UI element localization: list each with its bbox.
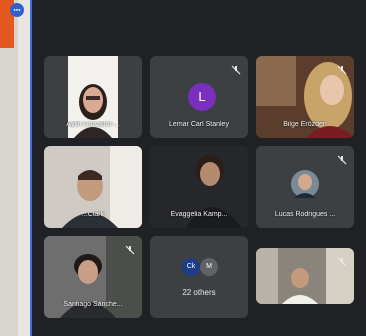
participant-tile[interactable]: Lucas Rodrigues ... <box>256 146 354 228</box>
muted-mic-icon <box>230 63 242 75</box>
participant-name: ...Clark <box>81 211 105 218</box>
avatar: M <box>200 258 218 276</box>
muted-mic-icon <box>336 63 348 75</box>
others-count: 22 others <box>182 288 216 297</box>
others-avatars: Ck M <box>182 258 222 278</box>
muted-mic-icon <box>124 243 136 255</box>
participant-name: Santiago Sánche... <box>63 301 123 308</box>
others-tile[interactable]: Ck M 22 others <box>150 236 248 318</box>
participant-tile[interactable]: ...Clark <box>44 146 142 228</box>
muted-mic-icon <box>124 153 136 165</box>
participant-name: Lucas Rodrigues ... <box>274 211 336 218</box>
muted-mic-icon <box>336 255 348 267</box>
participant-tile[interactable]: Aylin Carvalho-... <box>44 56 142 138</box>
app-badge-icon[interactable]: ●●● <box>10 3 24 17</box>
participant-name: Evaggelia Kamp... <box>170 211 228 218</box>
participant-tile[interactable]: Evaggelia Kamp... <box>150 146 248 228</box>
muted-mic-icon <box>336 153 348 165</box>
participant-tile[interactable]: L Lemar Carl Stanley <box>150 56 248 138</box>
participant-tile[interactable]: Bilge Erözden <box>256 56 354 138</box>
participant-tile[interactable]: Santiago Sánche... <box>44 236 142 318</box>
participant-name: Aylin Carvalho-... <box>66 121 120 128</box>
participant-name: Bilge Erözden <box>283 121 327 128</box>
avatar: L <box>188 83 216 111</box>
meeting-stage: Aylin Carvalho-... L Lemar Carl Stanley … <box>30 0 366 336</box>
avatar: Ck <box>182 258 200 276</box>
participant-name: Lemar Carl Stanley <box>169 121 229 128</box>
participant-tile[interactable] <box>256 248 354 304</box>
left-app-strip <box>0 0 18 336</box>
